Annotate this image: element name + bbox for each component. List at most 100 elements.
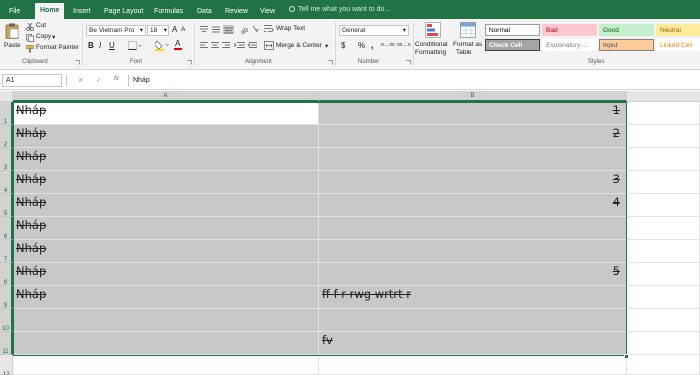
cell-a6[interactable]: Nháp xyxy=(13,217,319,240)
cell-b8[interactable]: 5 xyxy=(319,263,627,286)
cell-a1[interactable]: Nháp xyxy=(13,102,319,125)
tab-page-layout[interactable]: Page Layout xyxy=(104,4,143,19)
cell-style-normal[interactable]: Normal xyxy=(485,24,540,36)
cell-a8[interactable]: Nháp xyxy=(13,263,319,286)
row-header[interactable]: 1 xyxy=(0,102,13,125)
cell-b5[interactable]: 4 xyxy=(319,194,627,217)
currency-format-button[interactable]: $ xyxy=(341,41,345,50)
cell-b11[interactable]: fv xyxy=(319,332,627,355)
tab-view[interactable]: View xyxy=(260,4,275,19)
underline-button[interactable]: U xyxy=(109,41,115,50)
orientation-icon[interactable]: ab xyxy=(240,24,260,35)
font-size-dropdown[interactable]: 18 ▾ xyxy=(147,25,169,36)
column-header-c[interactable] xyxy=(627,91,700,102)
cell-a4[interactable]: Nháp xyxy=(13,171,319,194)
cell-c8[interactable] xyxy=(627,263,700,286)
cell-b4[interactable]: 3 xyxy=(319,171,627,194)
cell-a11[interactable] xyxy=(13,332,319,355)
row-header[interactable]: 12 xyxy=(0,355,13,375)
percent-style-button[interactable]: % xyxy=(358,41,365,50)
cell-b2[interactable]: 2 xyxy=(319,125,627,148)
cell-a12[interactable] xyxy=(13,355,319,375)
cell-a7[interactable]: Nháp xyxy=(13,240,319,263)
row-header[interactable]: 5 xyxy=(0,194,13,217)
cell-style-linked-cell[interactable]: Linked Cell xyxy=(656,39,700,51)
cell-c7[interactable] xyxy=(627,240,700,263)
cell-c11[interactable] xyxy=(627,332,700,355)
cell-b12[interactable] xyxy=(319,355,627,375)
cell-c5[interactable] xyxy=(627,194,700,217)
select-all-corner[interactable] xyxy=(0,91,13,102)
shrink-font-button[interactable]: A xyxy=(181,26,185,33)
column-header-b[interactable]: B xyxy=(319,91,627,102)
cell-c2[interactable] xyxy=(627,125,700,148)
font-name-dropdown[interactable]: Be Vietnam Pro ▾ xyxy=(86,25,146,36)
number-dialog-launcher-icon[interactable] xyxy=(406,60,411,65)
decrease-decimal-button[interactable]: .00→.0 xyxy=(396,42,411,47)
cell-a3[interactable]: Nháp xyxy=(13,148,319,171)
tell-me-search[interactable]: Tell me what you want to do... xyxy=(289,4,390,16)
cell-a5[interactable]: Nháp xyxy=(13,194,319,217)
row-header[interactable]: 7 xyxy=(0,240,13,263)
fill-handle[interactable] xyxy=(624,354,629,359)
cell-b7[interactable] xyxy=(319,240,627,263)
row-header[interactable]: 3 xyxy=(0,148,13,171)
cell-a9[interactable]: Nháp xyxy=(13,286,319,309)
cell-c10[interactable] xyxy=(627,309,700,332)
copy-button[interactable]: Copy ▾ xyxy=(26,33,60,43)
cell-c9[interactable] xyxy=(627,286,700,309)
tab-data[interactable]: Data xyxy=(197,4,212,19)
copy-dropdown-arrow[interactable]: ▾ xyxy=(52,33,55,41)
cell-a10[interactable] xyxy=(13,309,319,332)
cell-style-input[interactable]: Input xyxy=(599,39,654,51)
row-header[interactable]: 10 xyxy=(0,309,13,332)
tab-review[interactable]: Review xyxy=(225,4,248,19)
format-as-table-button[interactable]: Format as Table xyxy=(453,21,483,57)
cell-c6[interactable] xyxy=(627,217,700,240)
tab-file[interactable]: File xyxy=(9,4,20,19)
cell-style-explanatory[interactable]: Explanatory ... xyxy=(542,39,597,51)
horizontal-align-buttons[interactable] xyxy=(199,41,259,51)
borders-icon[interactable] xyxy=(128,41,142,51)
cell-a2[interactable]: Nháp xyxy=(13,125,319,148)
merge-center-dropdown-arrow[interactable]: ▾ xyxy=(325,42,328,50)
alignment-dialog-launcher-icon[interactable] xyxy=(328,60,333,65)
font-color-button[interactable]: A xyxy=(174,39,188,51)
tab-home[interactable]: Home xyxy=(35,3,65,19)
cell-b9[interactable]: ff f r rwg wrtrt r xyxy=(319,286,627,309)
cell-style-neutral[interactable]: Neutral xyxy=(656,24,700,36)
cell-style-check-cell[interactable]: Check Cell xyxy=(485,39,540,51)
bold-button[interactable]: B xyxy=(88,41,94,50)
wrap-text-button[interactable]: Wrap Text xyxy=(276,25,305,32)
fill-color-icon[interactable] xyxy=(155,40,169,51)
cell-c3[interactable] xyxy=(627,148,700,171)
tab-formulas[interactable]: Formulas xyxy=(154,4,183,19)
enter-icon[interactable]: ✓ xyxy=(96,76,101,84)
conditional-formatting-button[interactable]: Conditional Formatting xyxy=(415,21,452,57)
tab-insert[interactable]: Insert xyxy=(73,4,91,19)
insert-function-icon[interactable]: fx xyxy=(114,75,119,82)
cell-c4[interactable] xyxy=(627,171,700,194)
cell-c1[interactable] xyxy=(627,102,700,125)
row-header[interactable]: 6 xyxy=(0,217,13,240)
cell-style-good[interactable]: Good xyxy=(599,24,654,36)
increase-decimal-button[interactable]: .0→.00 xyxy=(380,42,395,47)
row-header[interactable]: 9 xyxy=(0,286,13,309)
cell-b3[interactable] xyxy=(319,148,627,171)
italic-button[interactable]: I xyxy=(99,41,101,50)
worksheet-grid[interactable]: A B 1 Nháp 1 2 Nháp 2 3 Nháp 4 Nháp 3 5 Nháp 4 6 Nháp 7 N… xyxy=(0,91,700,375)
cell-b6[interactable] xyxy=(319,217,627,240)
cancel-icon[interactable]: ✕ xyxy=(78,76,83,84)
comma-style-button[interactable]: , xyxy=(371,40,374,50)
paste-button[interactable]: Paste xyxy=(2,21,22,57)
cell-c12[interactable] xyxy=(627,355,700,375)
row-header[interactable]: 4 xyxy=(0,171,13,194)
row-header[interactable]: 11 xyxy=(0,332,13,355)
merge-center-button[interactable]: Merge & Center xyxy=(276,42,322,49)
cell-b10[interactable] xyxy=(319,309,627,332)
cell-style-bad[interactable]: Bad xyxy=(542,24,597,36)
cut-button[interactable]: Cut xyxy=(26,22,56,32)
column-header-a[interactable]: A xyxy=(13,91,319,102)
cell-b1[interactable]: 1 xyxy=(319,102,627,125)
name-box[interactable]: A1 xyxy=(2,74,62,87)
